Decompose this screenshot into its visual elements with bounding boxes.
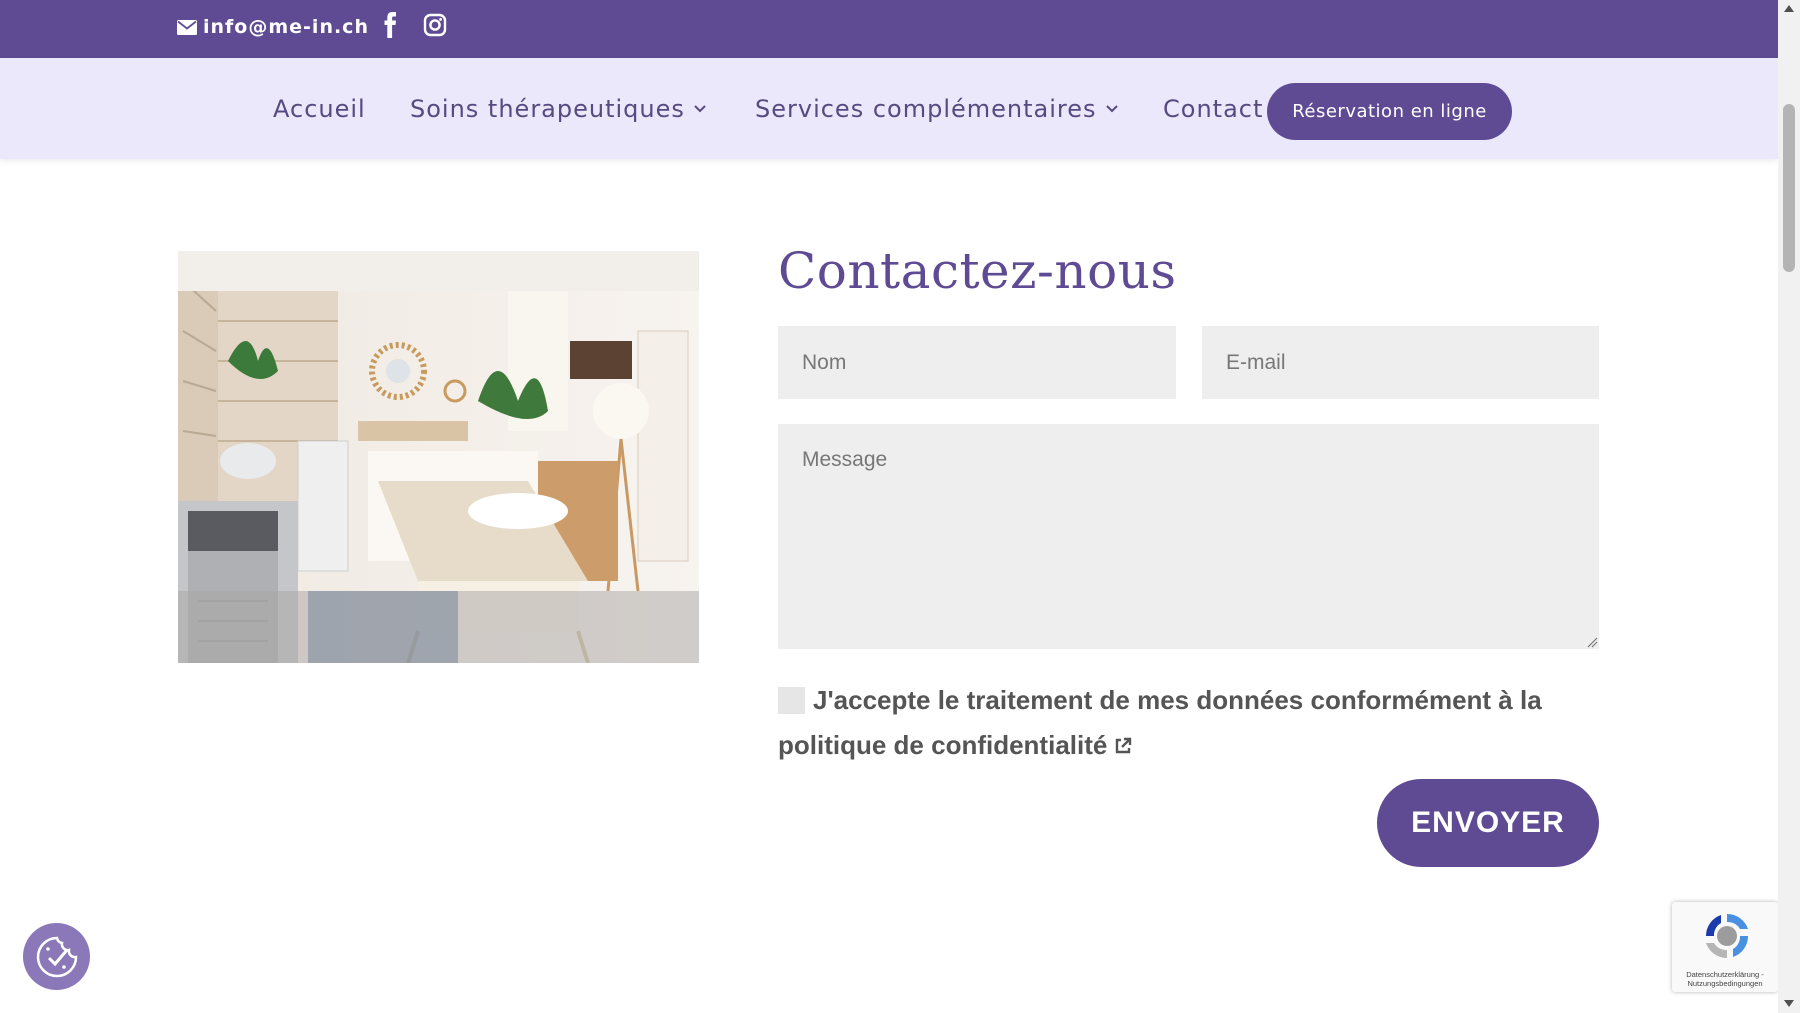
email-field[interactable] [1202, 326, 1599, 399]
send-button[interactable]: ENVOYER [1377, 779, 1599, 867]
consent-checkbox[interactable] [778, 687, 805, 714]
main-nav: Accueil Soins thérapeutiques Services co… [0, 58, 1778, 159]
nav-item-services[interactable]: Services complémentaires [755, 95, 1119, 123]
scroll-up-icon[interactable] [1783, 4, 1795, 13]
nav-item-accueil[interactable]: Accueil [273, 95, 366, 123]
resize-grip-icon[interactable] [1586, 636, 1598, 648]
booking-button[interactable]: Réservation en ligne [1267, 83, 1512, 140]
cookie-settings-button[interactable] [23, 923, 90, 990]
recaptcha-terms[interactable]: Datenschutzerklärung - Nutzungsbedingung… [1672, 970, 1778, 988]
message-field[interactable] [778, 424, 1599, 649]
recaptcha-badge[interactable]: Datenschutzerklärung - Nutzungsbedingung… [1672, 902, 1778, 992]
chevron-down-icon [694, 105, 706, 113]
nav-item-label: Soins thérapeutiques [410, 95, 685, 123]
name-field[interactable] [778, 326, 1176, 399]
nav-item-soins[interactable]: Soins thérapeutiques [410, 95, 707, 123]
consent-row: J'accepte le traitement de mes données c… [778, 678, 1608, 768]
scrollbar-thumb[interactable] [1783, 104, 1795, 272]
facebook-icon[interactable] [380, 12, 400, 38]
email-text: info@me-in.ch [203, 16, 369, 38]
chevron-down-icon [1105, 105, 1118, 113]
top-bar: info@me-in.ch [0, 0, 1778, 58]
vertical-scrollbar[interactable] [1778, 0, 1800, 1013]
nav-item-label: Contact [1163, 95, 1264, 123]
external-link-icon[interactable] [1113, 736, 1133, 756]
page-title: Contactez-nous [778, 242, 1177, 300]
cookie-check-icon [36, 936, 77, 977]
scroll-down-icon[interactable] [1783, 999, 1795, 1008]
nav-item-label: Services complémentaires [755, 95, 1097, 123]
consent-text[interactable]: J'accepte le traitement de mes données c… [778, 685, 1542, 760]
email-link[interactable]: info@me-in.ch [177, 16, 369, 38]
treatment-room-photo [178, 251, 699, 663]
envelope-icon [177, 19, 197, 35]
recaptcha-icon [1705, 913, 1749, 959]
nav-item-contact[interactable]: Contact [1163, 95, 1263, 123]
instagram-icon[interactable] [423, 13, 447, 37]
nav-item-label: Accueil [273, 95, 366, 123]
